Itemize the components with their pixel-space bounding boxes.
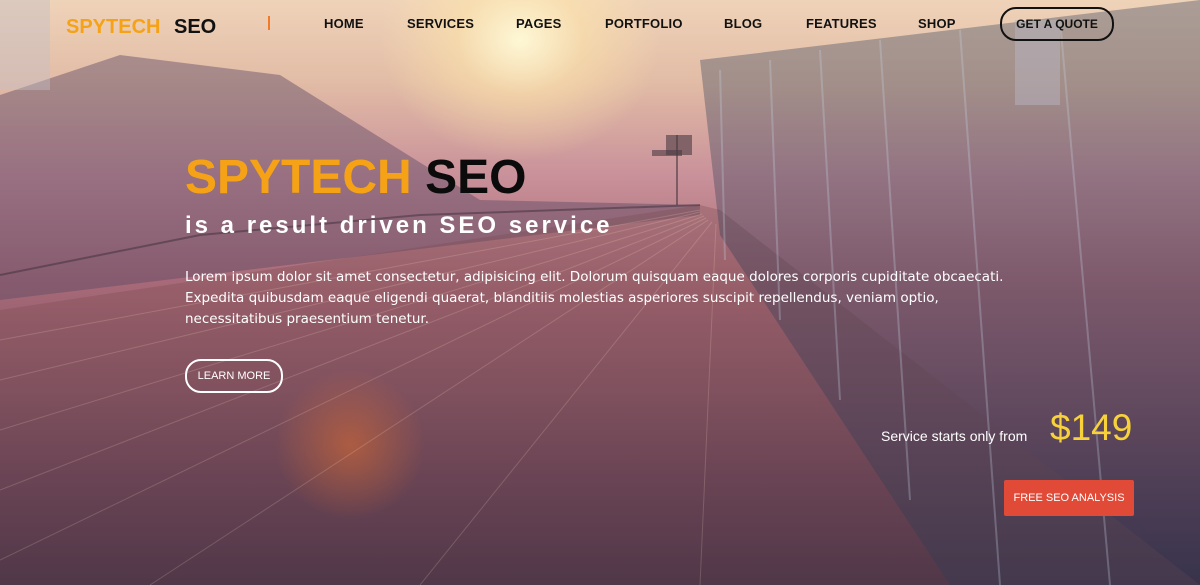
pricing-amount: $149 <box>1050 407 1133 448</box>
pricing-starts-text: Service starts only from <box>881 428 1028 444</box>
logo-divider <box>268 16 270 30</box>
nav-blog[interactable]: BLOG <box>724 16 762 31</box>
free-seo-analysis-button[interactable]: FREE SEO ANALYSIS <box>1004 480 1134 516</box>
get-a-quote-button[interactable]: GET A QUOTE <box>1000 7 1114 41</box>
nav-portfolio[interactable]: PORTFOLIO <box>605 16 683 31</box>
hero-description: Lorem ipsum dolor sit amet consectetur, … <box>185 269 1004 327</box>
logo-name-part2[interactable]: SEO <box>174 16 216 39</box>
headline-part2: SEO <box>425 151 527 204</box>
logo-name-part1[interactable]: SPYTECH <box>66 16 160 39</box>
nav-features[interactable]: FEATURES <box>806 16 877 31</box>
nav-home[interactable]: HOME <box>324 16 364 31</box>
headline-part1: SPYTECH <box>185 151 412 204</box>
nav-services[interactable]: SERVICES <box>407 16 474 31</box>
nav-shop[interactable]: SHOP <box>918 16 956 31</box>
hero-tagline: is a result driven SEO service <box>185 212 613 239</box>
nav-pages[interactable]: PAGES <box>516 16 562 31</box>
hero-headline: SPYTECH SEO <box>185 150 526 205</box>
learn-more-button[interactable]: LEARN MORE <box>185 359 283 393</box>
